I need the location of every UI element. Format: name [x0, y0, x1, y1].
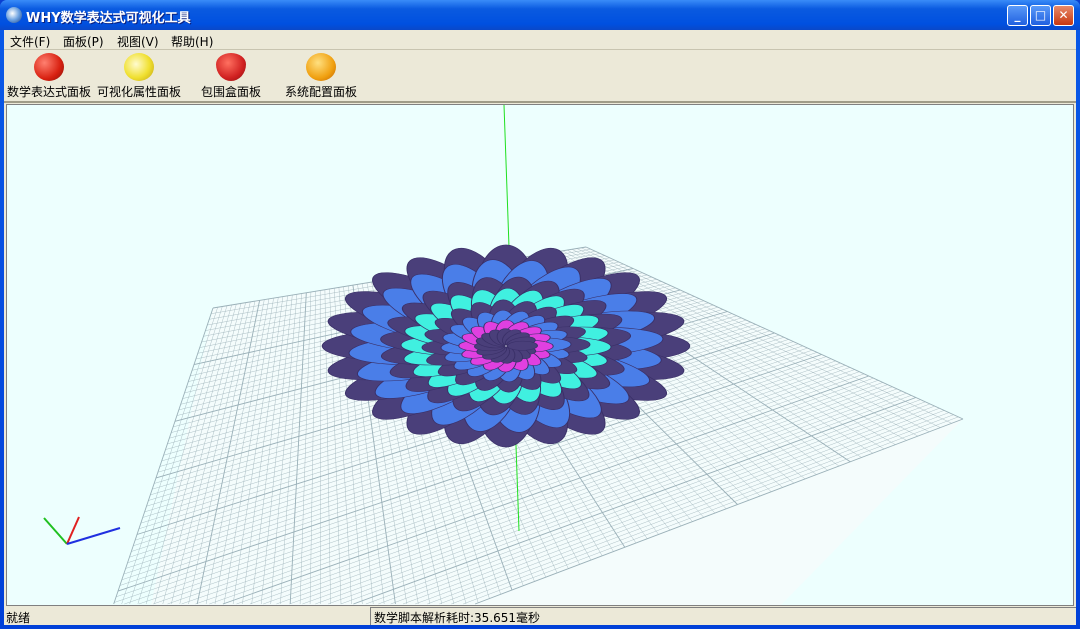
toolbar: 数学表达式面板 可视化属性面板 包围盒面板 系统配置面板	[4, 51, 1076, 103]
menu-help[interactable]: 帮助(H)	[171, 33, 213, 50]
minimize-button[interactable]: _	[1007, 5, 1028, 26]
bounding-box-panel-button[interactable]: 包围盒面板	[194, 53, 268, 100]
status-ready: 就绪	[6, 611, 31, 625]
system-config-panel-button[interactable]: 系统配置面板	[284, 53, 358, 100]
gizmo-y-axis	[43, 517, 68, 545]
tool-label: 可视化属性面板	[96, 85, 181, 99]
3d-viewport[interactable]	[6, 104, 1074, 606]
status-parse-time: 数学脚本解析耗时:35.651毫秒	[370, 607, 1076, 625]
gizmo-z-axis	[66, 527, 121, 545]
menu-panel[interactable]: 面板(P)	[63, 33, 104, 50]
orange-icon	[306, 53, 336, 81]
status-bar: 就绪 数学脚本解析耗时:35.651毫秒	[4, 607, 1076, 625]
visual-properties-panel-button[interactable]: 可视化属性面板	[96, 53, 182, 100]
menu-file[interactable]: 文件(F)	[10, 33, 50, 50]
strawberry-icon	[216, 53, 246, 81]
expression-panel-button[interactable]: 数学表达式面板	[6, 53, 92, 100]
window-title: WHY数学表达式可视化工具	[26, 11, 191, 26]
3d-scene[interactable]	[7, 105, 1073, 605]
title-bar: WHY数学表达式可视化工具 _ □ ✕	[0, 0, 1080, 30]
menu-view[interactable]: 视图(V)	[117, 33, 159, 50]
globe-icon	[6, 7, 22, 23]
menu-bar: 文件(F) 面板(P) 视图(V) 帮助(H)	[4, 30, 1076, 50]
axis-gizmo	[43, 516, 121, 545]
maximize-button[interactable]: □	[1030, 5, 1051, 26]
tomato-icon	[34, 53, 64, 81]
tool-label: 数学表达式面板	[6, 85, 91, 99]
close-button[interactable]: ✕	[1053, 5, 1074, 26]
flower-petal	[506, 340, 538, 351]
lemon-icon	[124, 53, 154, 81]
tool-label: 系统配置面板	[284, 85, 357, 99]
app-window: WHY数学表达式可视化工具 _ □ ✕ 文件(F) 面板(P) 视图(V) 帮助…	[0, 0, 1080, 629]
tool-label: 包围盒面板	[200, 85, 261, 99]
client-area: 文件(F) 面板(P) 视图(V) 帮助(H) 数学表达式面板 可视化属性面板 …	[4, 30, 1076, 625]
